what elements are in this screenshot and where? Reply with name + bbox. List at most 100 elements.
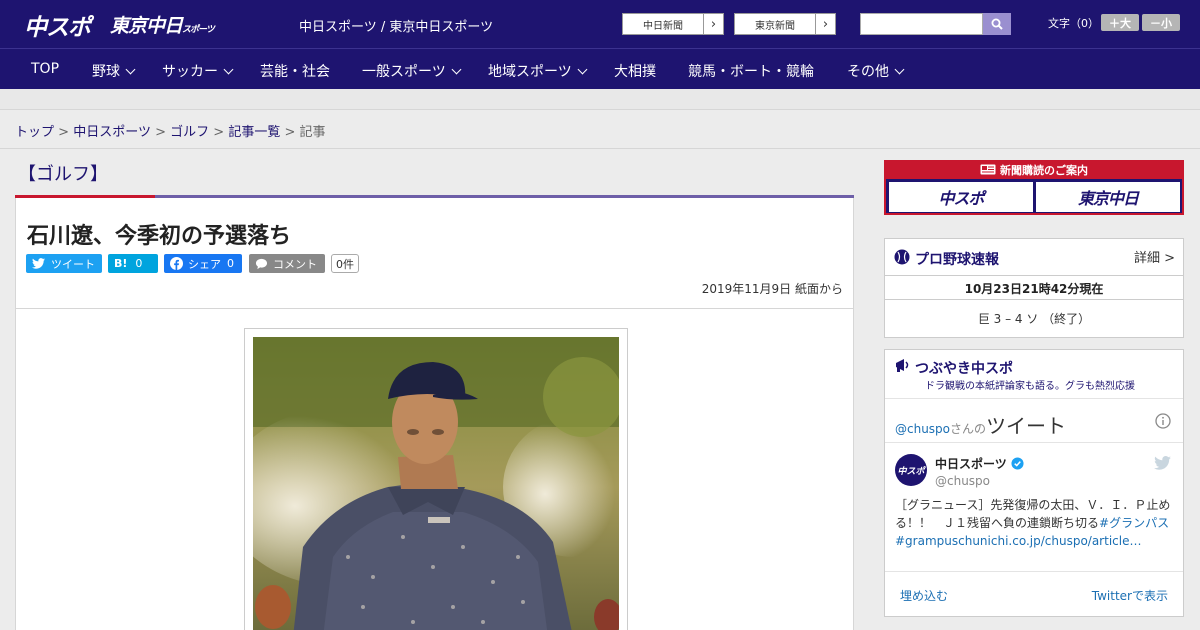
avatar-text: 中スポ [897, 466, 925, 477]
tokyo-chunichi-logo[interactable]: 東京中日スポーツ [110, 11, 215, 38]
baseball-score[interactable]: 巨 3 – 4 ソ （終了） [885, 310, 1183, 327]
embed-link[interactable]: 埋め込む [900, 587, 948, 604]
timeline-divider [885, 442, 1183, 443]
tokyo-shimbun-label: 東京新聞 [755, 20, 795, 32]
chevron-down-icon [894, 64, 905, 75]
baseball-scores-title: プロ野球速報 [915, 252, 999, 268]
chevron-down-icon [451, 64, 462, 75]
avatar[interactable]: 中スポ [895, 454, 927, 486]
breadcrumb-separator: > [284, 125, 296, 140]
timeline-heading: @chuspoさんのツイート [895, 410, 1066, 439]
hatena-count: 0 [135, 257, 143, 270]
golfer-photo-image [253, 337, 619, 630]
twitter-box: つぶやき中スポ ドラ観戦の本紙評論家も語る。グラも熱烈応援 @chuspoさんの… [884, 349, 1184, 617]
tweet-link[interactable]: #grampuschunichi.co.jp/chuspo/article… [895, 534, 1141, 548]
timeline-handle[interactable]: @chuspo [895, 422, 950, 436]
nav-item-other[interactable]: その他 [847, 61, 905, 81]
tweet-account-handle[interactable]: @chuspo [935, 474, 990, 488]
nav-item-entertainment[interactable]: 芸能・社会 [260, 61, 330, 81]
chevron-down-icon [125, 64, 136, 75]
facebook-share-label: シェア [188, 257, 221, 271]
ad-stripe [0, 89, 1200, 110]
hatena-bookmark-button[interactable]: B! 0 [108, 254, 158, 273]
chevron-right-icon: › [703, 14, 723, 34]
nav-item-baseball[interactable]: 野球 [92, 61, 136, 81]
info-icon[interactable] [1155, 413, 1171, 429]
nav-item-label: サッカー [162, 64, 218, 80]
baseball-icon [894, 249, 910, 265]
tokyo-chunichi-logo-text: 東京中日 [110, 15, 183, 37]
newspaper-icon [980, 164, 996, 175]
tweet-account-name-text: 中日スポーツ [935, 457, 1007, 471]
twitter-box-subtitle: ドラ観戦の本紙評論家も語る。グラも熱烈応援 [925, 381, 1135, 392]
main-nav: TOP 野球 サッカー 芸能・社会 一般スポーツ 地域スポーツ 大相撲 競馬・ボ… [0, 48, 1200, 89]
banner-logo-tokyo-chunichi: 東京中日 [1036, 182, 1180, 212]
chevron-right-icon: › [815, 14, 835, 34]
nav-item-label: 競馬・ボート・競輪 [688, 64, 814, 80]
chunichi-shimbun-link[interactable]: 中日新聞 › [622, 13, 724, 35]
nav-item-label: 大相撲 [614, 64, 656, 80]
article-body: 石川遼、今季初の予選落ち ツイート B! 0 シェア 0 コメント 0件 201… [15, 198, 854, 630]
nav-item-general-sports[interactable]: 一般スポーツ [362, 61, 462, 81]
nav-item-soccer[interactable]: サッカー [162, 61, 234, 81]
breadcrumb: トップ > 中日スポーツ > ゴルフ > 記事一覧 > 記事 [15, 121, 326, 140]
comment-label: コメント [273, 257, 317, 271]
subscription-banner[interactable]: 新聞購読のご案内 中スポ 東京中日 [884, 160, 1184, 215]
facebook-share-button[interactable]: シェア 0 [164, 254, 242, 273]
breadcrumb-article-list[interactable]: 記事一覧 [228, 125, 280, 140]
nav-item-top[interactable]: TOP [31, 61, 59, 77]
nav-item-label: 一般スポーツ [362, 64, 446, 80]
baseball-divider [885, 299, 1183, 300]
banner-logo-chuspo: 中スポ [889, 182, 1033, 212]
tweet-footer-divider [885, 571, 1183, 572]
article-category: 【ゴルフ】 [18, 164, 108, 185]
tweet-share-button[interactable]: ツイート [26, 254, 102, 273]
breadcrumb-divider [0, 148, 1200, 149]
nav-item-local-sports[interactable]: 地域スポーツ [488, 61, 588, 81]
baseball-detail-link[interactable]: 詳細 > [1134, 247, 1175, 266]
hatena-icon: B! [114, 257, 128, 270]
nav-item-label: 野球 [92, 64, 120, 80]
font-smaller-button[interactable]: －小 [1142, 14, 1180, 31]
breadcrumb-golf[interactable]: ゴルフ [170, 125, 209, 140]
nav-item-label: 地域スポーツ [488, 64, 572, 80]
twitter-bird-icon[interactable] [1154, 456, 1171, 470]
font-larger-button[interactable]: ＋大 [1101, 14, 1139, 31]
nav-item-label: TOP [31, 61, 60, 77]
megaphone-icon [896, 359, 909, 372]
baseball-scores-box: プロ野球速報 詳細 > 10月23日21時42分現在 巨 3 – 4 ソ （終了… [884, 238, 1184, 338]
chuspo-logo[interactable]: 中スポ [24, 8, 91, 42]
top-header: 中スポ 東京中日スポーツ 中日スポーツ / 東京中日スポーツ 中日新聞 › 東京… [0, 0, 1200, 48]
nav-item-sumo[interactable]: 大相撲 [614, 61, 656, 81]
golfer-photo[interactable] [253, 337, 619, 630]
chevron-down-icon [577, 64, 588, 75]
verified-badge-icon [1011, 457, 1024, 470]
facebook-icon [170, 257, 183, 270]
chevron-down-icon [223, 64, 234, 75]
subscription-title-text: 新聞購読のご案内 [1000, 163, 1088, 177]
search-icon [991, 18, 1003, 30]
breadcrumb-chunichi-sports[interactable]: 中日スポーツ [73, 125, 151, 140]
nav-item-label: 芸能・社会 [260, 64, 330, 80]
search-input[interactable] [860, 13, 983, 35]
tokyo-shimbun-link[interactable]: 東京新聞 › [734, 13, 836, 35]
font-size-label: 文字（0） [1048, 17, 1099, 30]
breadcrumb-current: 記事 [299, 125, 326, 140]
nav-item-racing[interactable]: 競馬・ボート・競輪 [688, 61, 814, 81]
tweet-hashtag[interactable]: #グランパス [1099, 516, 1169, 530]
nav-item-label: その他 [847, 64, 889, 80]
tokyo-chunichi-logo-small: スポーツ [182, 25, 215, 35]
breadcrumb-separator: > [155, 125, 166, 140]
breadcrumb-top[interactable]: トップ [15, 125, 54, 140]
tweet-account-name[interactable]: 中日スポーツ [935, 455, 1024, 472]
comment-count: 0件 [331, 254, 359, 273]
baseball-updated: 10月23日21時42分現在 [964, 282, 1104, 296]
article-photo-frame [244, 328, 628, 630]
search-button[interactable] [983, 13, 1011, 35]
view-on-twitter-link[interactable]: Twitterで表示 [1092, 587, 1168, 604]
article-date: 2019年11月9日 紙面から [701, 282, 843, 296]
site-name[interactable]: 中日スポーツ / 東京中日スポーツ [299, 16, 493, 35]
twitter-box-title: つぶやき中スポ [915, 361, 1013, 377]
article-divider [16, 308, 853, 309]
comment-button[interactable]: コメント [249, 254, 325, 273]
